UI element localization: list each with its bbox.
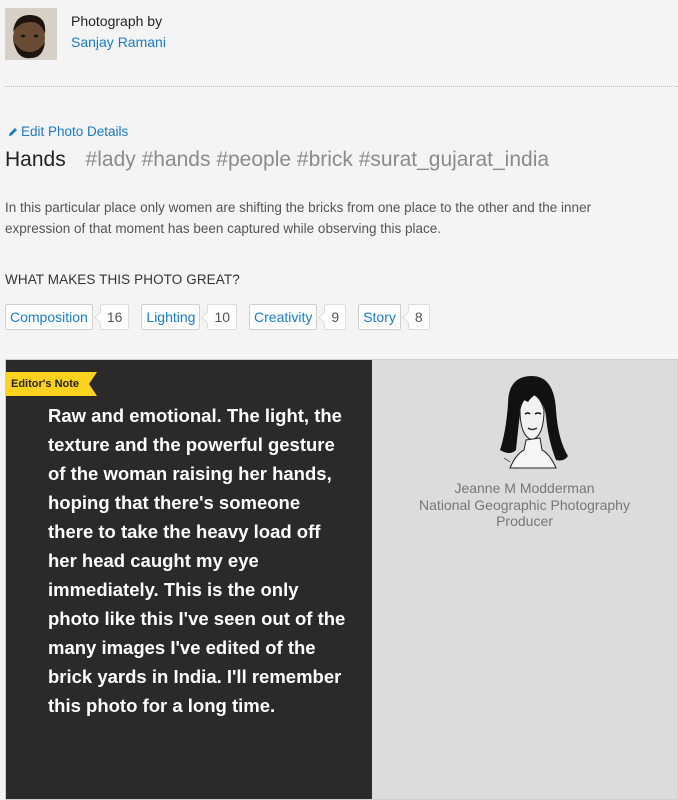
photo-title: Hands bbox=[5, 148, 66, 171]
editor-name: Jeanne M Modderman bbox=[454, 480, 595, 496]
editors-note-quote-box: Editor's Note Raw and emotional. The lig… bbox=[6, 360, 381, 799]
vote-story: Story 8 bbox=[358, 304, 430, 330]
section-divider bbox=[5, 86, 678, 87]
vote-creativity: Creativity 9 bbox=[249, 304, 347, 330]
what-makes-great-heading: WHAT MAKES THIS PHOTO GREAT? bbox=[5, 272, 240, 287]
lighting-vote-count: 10 bbox=[207, 304, 238, 330]
editors-note-panel: Editor's Note Raw and emotional. The lig… bbox=[5, 359, 678, 800]
editor-profile-box: Jeanne M Modderman National Geographic P… bbox=[372, 360, 677, 799]
photo-title-row: Hands #lady #hands #people #brick #surat… bbox=[5, 146, 549, 174]
pencil-icon bbox=[9, 127, 17, 136]
vote-buttons: Composition 16 Lighting 10 Creativity 9 … bbox=[5, 304, 442, 330]
lighting-vote-button[interactable]: Lighting bbox=[141, 304, 201, 330]
photo-description: In this particular place only women are … bbox=[5, 200, 592, 236]
edit-photo-details-label: Edit Photo Details bbox=[21, 124, 129, 139]
composition-vote-button[interactable]: Composition bbox=[5, 304, 93, 330]
photo-tags[interactable]: #lady #hands #people #brick #surat_gujar… bbox=[86, 148, 550, 171]
editor-portrait-illustration bbox=[500, 376, 568, 469]
vote-lighting: Lighting 10 bbox=[141, 304, 238, 330]
creativity-vote-button[interactable]: Creativity bbox=[249, 304, 318, 330]
author-caption: Photograph by bbox=[71, 13, 163, 29]
avatar-photo-icon bbox=[5, 8, 57, 60]
editor-info: Jeanne M Modderman National Geographic P… bbox=[372, 480, 677, 530]
author-avatar[interactable] bbox=[5, 8, 57, 60]
editor-title-line-2: Producer bbox=[496, 513, 553, 529]
vote-composition: Composition 16 bbox=[5, 304, 130, 330]
story-vote-button[interactable]: Story bbox=[358, 304, 401, 330]
author-block: Photograph by Sanjay Ramani bbox=[5, 8, 166, 60]
editors-note-text: Raw and emotional. The light, the textur… bbox=[48, 405, 346, 716]
author-name-link[interactable]: Sanjay Ramani bbox=[71, 32, 166, 52]
editors-note-badge: Editor's Note bbox=[6, 372, 97, 396]
edit-photo-details-link[interactable]: Edit Photo Details bbox=[8, 124, 128, 139]
editor-title-line-1: National Geographic Photography bbox=[419, 496, 630, 513]
story-vote-count: 8 bbox=[407, 304, 430, 330]
creativity-vote-count: 9 bbox=[324, 304, 347, 330]
composition-vote-count: 16 bbox=[99, 304, 130, 330]
